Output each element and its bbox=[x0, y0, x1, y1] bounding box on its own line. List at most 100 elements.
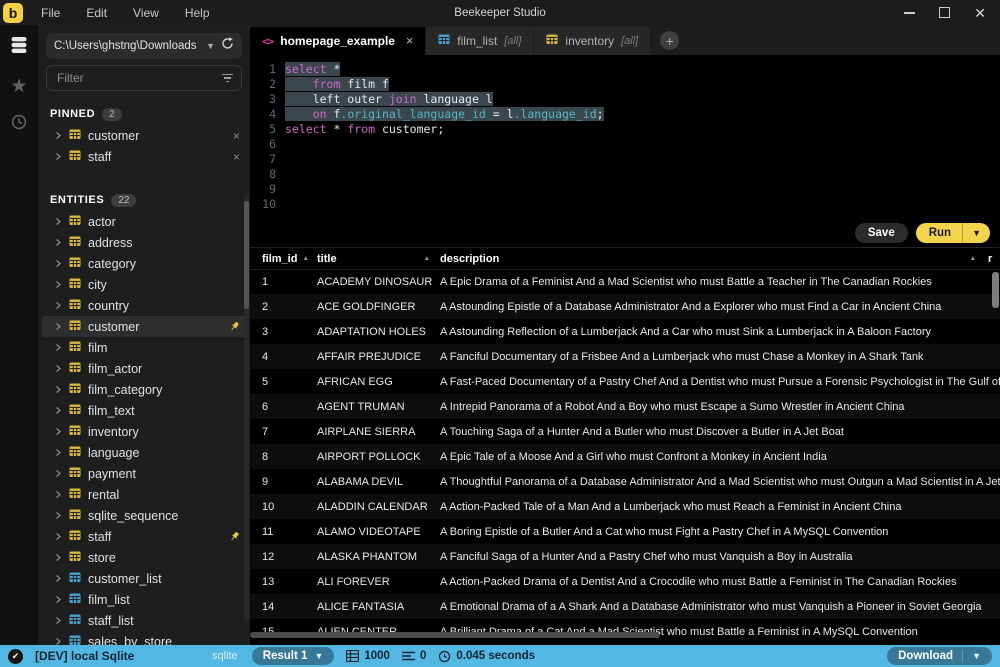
table-row[interactable]: 4AFFAIR PREJUDICEA Fanciful Documentary … bbox=[250, 344, 1000, 369]
token: customer; bbox=[375, 122, 444, 136]
sidebar-item-film[interactable]: film bbox=[42, 337, 246, 358]
pin-icon bbox=[229, 321, 240, 332]
connection-path: C:\Users\ghstng\Downloads bbox=[54, 40, 200, 52]
cell-title: AFRICAN EGG bbox=[317, 376, 440, 388]
cell-film-id: 1 bbox=[250, 276, 317, 288]
menu-help[interactable]: Help bbox=[185, 6, 210, 20]
sidebar-item-film_actor[interactable]: film_actor bbox=[42, 358, 246, 379]
run-button-label[interactable]: Run bbox=[916, 223, 962, 243]
table-row[interactable]: 3ADAPTATION HOLESA Astounding Reflection… bbox=[250, 319, 1000, 344]
favorites-star-icon[interactable]: ★ bbox=[10, 77, 27, 96]
table-icon bbox=[69, 213, 81, 231]
run-dropdown-caret-icon[interactable]: ▼ bbox=[963, 224, 990, 242]
sidebar-item-category[interactable]: category bbox=[42, 253, 246, 274]
close-icon[interactable]: ✕ bbox=[974, 6, 986, 20]
menu-view[interactable]: View bbox=[133, 6, 159, 20]
sidebar-item-inventory[interactable]: inventory bbox=[42, 421, 246, 442]
menu-file[interactable]: File bbox=[41, 6, 60, 20]
sidebar-item-customer[interactable]: customer bbox=[42, 316, 246, 337]
filter-input[interactable] bbox=[55, 70, 222, 86]
duration-clock-icon bbox=[438, 650, 451, 663]
tab-homepage_example[interactable]: <>homepage_example× bbox=[250, 27, 425, 55]
cell-title: ALAMO VIDEOTAPE bbox=[317, 526, 440, 538]
sidebar-item-film_text[interactable]: film_text bbox=[42, 400, 246, 421]
maximize-icon[interactable] bbox=[939, 7, 950, 18]
sidebar-item-film_list[interactable]: film_list bbox=[42, 589, 246, 610]
sidebar-item-sales_by_store[interactable]: sales_by_store bbox=[42, 631, 246, 645]
table-row[interactable]: 9ALABAMA DEVILA Thoughtful Panorama of a… bbox=[250, 469, 1000, 494]
results-grid: film_id▲ title▲ description▲ r 1ACADEMY … bbox=[250, 248, 1000, 645]
pinned-item-staff[interactable]: staff× bbox=[42, 146, 246, 167]
history-clock-icon[interactable] bbox=[10, 113, 28, 136]
table-row[interactable]: 6AGENT TRUMANA Intrepid Panorama of a Ro… bbox=[250, 394, 1000, 419]
editor-code[interactable]: select * from film f left outer join lan… bbox=[276, 62, 1000, 218]
token: * bbox=[327, 122, 348, 136]
column-header-clipped[interactable]: r bbox=[988, 253, 1000, 265]
sidebar-item-address[interactable]: address bbox=[42, 232, 246, 253]
save-button[interactable]: Save bbox=[855, 223, 908, 243]
entity-label: film_list bbox=[88, 593, 130, 607]
unpin-close-icon[interactable]: × bbox=[233, 129, 240, 143]
table-row[interactable]: 12ALASKA PHANTOMA Fanciful Saga of a Hun… bbox=[250, 544, 1000, 569]
sidebar-item-customer_list[interactable]: customer_list bbox=[42, 568, 246, 589]
table-row[interactable]: 11ALAMO VIDEOTAPEA Boring Epistle of a B… bbox=[250, 519, 1000, 544]
connection-select[interactable]: C:\Users\ghstng\Downloads ▼ bbox=[46, 33, 242, 59]
refresh-icon[interactable] bbox=[221, 37, 234, 55]
view-icon bbox=[69, 612, 81, 630]
sort-asc-icon[interactable]: ▲ bbox=[302, 255, 308, 262]
database-icon[interactable] bbox=[9, 35, 29, 60]
entity-label: customer bbox=[88, 129, 139, 143]
unpin-close-icon[interactable]: × bbox=[233, 150, 240, 164]
sort-asc-icon[interactable]: ▲ bbox=[424, 255, 430, 262]
sidebar-item-staff_list[interactable]: staff_list bbox=[42, 610, 246, 631]
sidebar-item-rental[interactable]: rental bbox=[42, 484, 246, 505]
sidebar-item-city[interactable]: city bbox=[42, 274, 246, 295]
entity-label: film_text bbox=[88, 404, 135, 418]
entity-list: actoraddresscategorycitycountrycustomerf… bbox=[38, 211, 250, 645]
table-row[interactable]: 8AIRPORT POLLOCKA Epic Tale of a Moose A… bbox=[250, 444, 1000, 469]
table-row[interactable]: 10ALADDIN CALENDARA Action-Packed Tale o… bbox=[250, 494, 1000, 519]
run-button[interactable]: Run ▼ bbox=[916, 223, 990, 243]
table-row[interactable]: 2ACE GOLDFINGERA Astounding Epistle of a… bbox=[250, 294, 1000, 319]
vertical-scrollbar-thumb[interactable] bbox=[992, 272, 999, 308]
cell-film-id: 3 bbox=[250, 326, 317, 338]
tab-film_list[interactable]: film_list[all] bbox=[426, 27, 533, 55]
sidebar-item-actor[interactable]: actor bbox=[42, 211, 246, 232]
table-row[interactable]: 5AFRICAN EGGA Fast-Paced Documentary of … bbox=[250, 369, 1000, 394]
tab-close-icon[interactable]: × bbox=[406, 34, 413, 48]
sql-editor[interactable]: 12345678910 select * from film f left ou… bbox=[250, 55, 1000, 218]
sidebar-item-payment[interactable]: payment bbox=[42, 463, 246, 484]
table-row[interactable]: 14ALICE FANTASIAA Emotional Drama of a A… bbox=[250, 594, 1000, 619]
sidebar-item-country[interactable]: country bbox=[42, 295, 246, 316]
minimize-icon[interactable] bbox=[904, 12, 915, 14]
main-panel: <>homepage_example×film_list[all]invento… bbox=[250, 25, 1000, 645]
pinned-item-customer[interactable]: customer × bbox=[42, 125, 246, 146]
token: on bbox=[313, 107, 327, 121]
entity-label: staff_list bbox=[88, 614, 134, 628]
line-number: 4 bbox=[250, 107, 276, 122]
column-header-description[interactable]: description▲ bbox=[440, 253, 988, 265]
activity-rail: ★ bbox=[0, 25, 38, 645]
table-row[interactable]: 7AIRPLANE SIERRAA Touching Saga of a Hun… bbox=[250, 419, 1000, 444]
table-row[interactable]: 13ALI FOREVERA Action-Packed Drama of a … bbox=[250, 569, 1000, 594]
sidebar-item-film_category[interactable]: film_category bbox=[42, 379, 246, 400]
sidebar-scrollbar-thumb[interactable] bbox=[244, 201, 249, 309]
entity-label: language bbox=[88, 446, 139, 460]
sort-asc-icon[interactable]: ▲ bbox=[970, 255, 976, 262]
menubar: File Edit View Help bbox=[41, 6, 210, 20]
column-header-title[interactable]: title▲ bbox=[317, 253, 440, 265]
sidebar-item-store[interactable]: store bbox=[42, 547, 246, 568]
code-line-text: select * from customer; bbox=[285, 122, 444, 136]
new-tab-button[interactable]: + bbox=[660, 31, 679, 50]
sidebar-item-language[interactable]: language bbox=[42, 442, 246, 463]
table-row[interactable]: 1ACADEMY DINOSAURA Epic Drama of a Femin… bbox=[250, 269, 1000, 294]
tab-inventory[interactable]: inventory[all] bbox=[534, 27, 650, 55]
beekeeper-studio-window: b FileEditViewHelp Beekeeper Studio ✕ ★ bbox=[0, 0, 1000, 667]
download-button[interactable]: Download ▼ bbox=[887, 647, 992, 665]
column-header-film-id[interactable]: film_id▲ bbox=[250, 253, 317, 265]
result-selector[interactable]: Result 1▼ bbox=[252, 647, 335, 665]
horizontal-scrollbar-thumb[interactable] bbox=[250, 632, 660, 638]
sidebar-item-sqlite_sequence[interactable]: sqlite_sequence bbox=[42, 505, 246, 526]
sidebar-item-staff[interactable]: staff bbox=[42, 526, 246, 547]
menu-edit[interactable]: Edit bbox=[86, 6, 107, 20]
